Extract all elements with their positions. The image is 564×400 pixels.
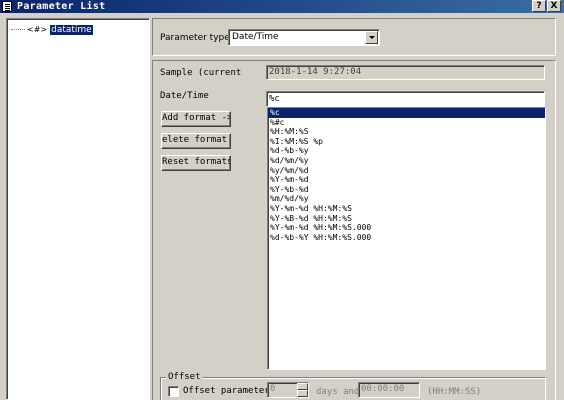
datetime-value: %c bbox=[269, 94, 280, 104]
parameter-type-select[interactable]: Date/Time bbox=[228, 29, 380, 46]
offset-checkbox[interactable] bbox=[168, 386, 179, 397]
datetime-input[interactable]: %c bbox=[266, 91, 545, 107]
parameter-type-label: Parameter type: bbox=[160, 33, 233, 43]
offset-time-hint: (HH:MM:SS) bbox=[427, 387, 482, 397]
offset-checkbox-label: Offset parameter bbox=[183, 386, 270, 396]
offset-days-label: days and bbox=[316, 387, 360, 397]
tree-node-badge: <#> bbox=[27, 25, 48, 34]
list-item[interactable]: %d-%b-%y bbox=[268, 146, 545, 156]
tree-item-label: datatime bbox=[50, 25, 93, 35]
format-list[interactable]: %c %#c %H:%M:%S %I:%M:%S %p %d-%b-%y %d/… bbox=[267, 107, 546, 370]
close-button[interactable]: X bbox=[547, 0, 561, 12]
parameter-tree[interactable]: <#> datatime bbox=[6, 18, 150, 400]
offset-time-value: 00:00:00 bbox=[361, 384, 405, 394]
sample-value: 2018-1-14 9:27:04 bbox=[269, 67, 362, 77]
list-item[interactable]: %#c bbox=[268, 118, 545, 128]
add-format-button[interactable]: Add format -> bbox=[161, 111, 231, 127]
spin-up-icon[interactable] bbox=[297, 383, 308, 390]
help-button[interactable]: ? bbox=[532, 0, 546, 12]
sample-label: Sample (current bbox=[160, 68, 242, 78]
chevron-down-icon[interactable] bbox=[365, 31, 378, 44]
list-item[interactable]: %Y-%m-%d %H:%M:%S.000 bbox=[268, 223, 545, 233]
offset-days-value: 0 bbox=[270, 384, 276, 394]
list-item[interactable]: %Y-%m-%d %H:%M:%S bbox=[268, 204, 545, 214]
list-item[interactable]: %m/%d/%y bbox=[268, 194, 545, 204]
list-item[interactable]: %y/%m/%d bbox=[268, 166, 545, 176]
list-item[interactable]: %d/%m/%y bbox=[268, 156, 545, 166]
list-item[interactable]: %H:%M:%S bbox=[268, 127, 545, 137]
list-item[interactable]: %c bbox=[268, 108, 545, 118]
list-item[interactable]: %Y-%B-%d %H:%M:%S bbox=[268, 214, 545, 224]
window-icon bbox=[2, 1, 12, 12]
datetime-label: Date/Time bbox=[160, 91, 209, 101]
list-item[interactable]: %d-%b-%Y %H:%M:%S.000 bbox=[268, 233, 545, 243]
tree-item-datatime[interactable]: <#> datatime bbox=[11, 25, 93, 35]
tree-connector bbox=[11, 29, 25, 30]
list-item[interactable]: %I:%M:%S %p bbox=[268, 137, 545, 147]
offset-days-spinner[interactable]: 0 bbox=[267, 382, 309, 398]
offset-group-title: Offset bbox=[166, 372, 203, 382]
sample-field: 2018-1-14 9:27:04 bbox=[266, 65, 545, 80]
offset-time-field[interactable]: 00:00:00 bbox=[358, 382, 420, 398]
list-item[interactable]: %Y-%b-%d bbox=[268, 185, 545, 195]
spin-down-icon[interactable] bbox=[297, 390, 308, 397]
reset-formats-button[interactable]: Reset formats bbox=[161, 155, 231, 171]
parameter-type-value: Date/Time bbox=[232, 32, 279, 42]
list-item[interactable]: %Y-%m-%d bbox=[268, 175, 545, 185]
delete-format-button[interactable]: elete format < bbox=[161, 133, 231, 149]
title-bar: Parameter List ? X bbox=[0, 0, 564, 13]
window-title: Parameter List bbox=[17, 1, 106, 12]
